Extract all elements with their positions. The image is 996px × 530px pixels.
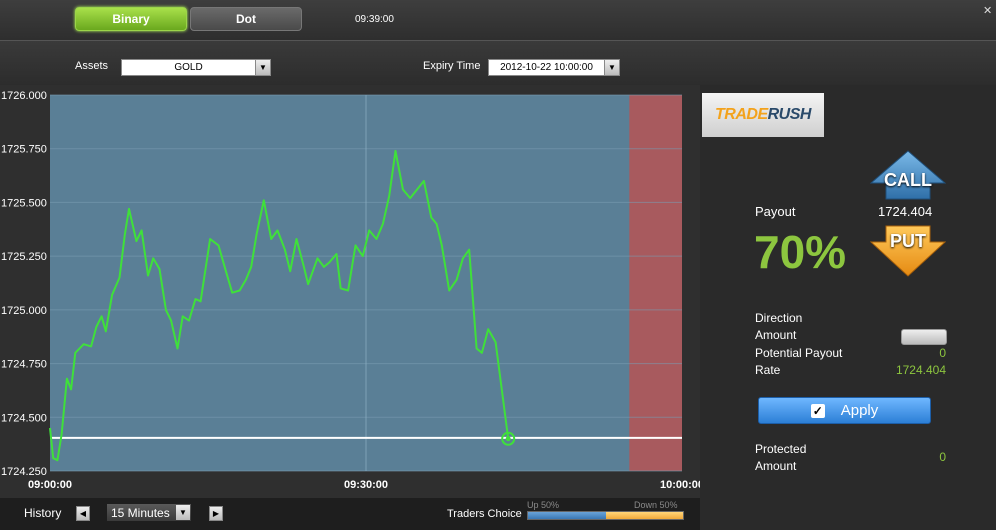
current-price-dot <box>505 436 511 442</box>
traders-choice-label: Traders Choice <box>447 508 522 520</box>
call-button[interactable]: CALL <box>869 150 947 200</box>
y-tick-label: 1725.000 <box>1 305 47 317</box>
payout-percentage: 70% <box>754 226 847 278</box>
traderush-logo: TRADE RUSH <box>702 93 824 137</box>
call-label: CALL <box>884 170 932 190</box>
y-tick-label: 1725.250 <box>1 251 47 263</box>
close-icon[interactable]: ✕ <box>983 4 992 17</box>
assets-select[interactable]: GOLD ▼ <box>121 59 271 76</box>
assets-value: GOLD <box>174 62 203 73</box>
y-tick-label: 1726.000 <box>1 90 47 102</box>
assets-label: Assets <box>75 60 109 72</box>
payout-rate: 1724.404 <box>878 204 933 219</box>
traders-down-label: Down 50% <box>634 500 678 510</box>
expiry-value: 2012-10-22 10:00:00 <box>500 62 593 73</box>
chevron-down-icon[interactable]: ▼ <box>176 505 190 520</box>
price-chart: 1726.000 1725.750 1725.500 1725.250 1725.000… <box>0 85 704 498</box>
chart-footer: History ◀ 15 Minutes ▼ ▶ Traders Choice … <box>0 498 700 530</box>
history-next-button[interactable]: ▶ <box>209 506 223 521</box>
y-tick-label: 1725.750 <box>1 144 47 156</box>
y-tick-label: 1725.500 <box>1 197 47 209</box>
chevron-right-icon: ▶ <box>212 509 220 518</box>
expiry-select[interactable]: 2012-10-22 10:00:00 ▼ <box>488 59 620 76</box>
potential-payout-label: Potential Payout <box>755 346 843 360</box>
chevron-down-icon[interactable]: ▼ <box>604 60 619 75</box>
x-tick-label: 09:30:00 <box>344 479 388 491</box>
traders-up-fill <box>528 512 606 519</box>
potential-payout-value: 0 <box>939 346 946 360</box>
apply-label: Apply <box>840 402 879 419</box>
chevron-down-icon[interactable]: ▼ <box>255 60 270 75</box>
tab-binary[interactable]: Binary <box>75 7 187 31</box>
direction-label: Direction <box>755 311 803 325</box>
logo-part2: RUSH <box>767 106 812 123</box>
amount-label: Amount <box>755 328 797 342</box>
history-prev-button[interactable]: ◀ <box>76 506 90 521</box>
rate-value: 1724.404 <box>895 363 946 377</box>
x-tick-label: 10:00:00 <box>660 479 700 491</box>
price-chart-svg: 1726.000 1725.750 1725.500 1725.250 1725.000… <box>1 90 704 491</box>
tab-dot[interactable]: Dot <box>190 7 302 31</box>
range-value: 15 Minutes <box>111 505 170 520</box>
expiry-label: Expiry Time <box>423 60 481 72</box>
put-button[interactable]: PUT <box>869 225 947 277</box>
chevron-left-icon: ◀ <box>79 509 87 518</box>
server-clock: 09:39:00 <box>355 14 394 25</box>
apply-button[interactable]: ✓ Apply <box>758 397 931 424</box>
put-label: PUT <box>890 231 926 251</box>
amount-input[interactable] <box>901 329 947 345</box>
traders-up-label: Up 50% <box>527 500 560 510</box>
filter-bar: Assets GOLD ▼ Expiry Time 2012-10-22 10:… <box>0 40 996 86</box>
protected-amount-label: Amount <box>755 459 797 473</box>
trade-panel: TRADE RUSH CALL PUT Payout 1724.404 70% D… <box>700 85 996 530</box>
traders-down-fill <box>605 512 683 519</box>
x-tick-label: 09:00:00 <box>28 479 72 491</box>
range-select[interactable]: 15 Minutes ▼ <box>107 504 191 521</box>
logo-part1: TRADE <box>715 106 768 123</box>
y-tick-label: 1724.750 <box>1 359 47 371</box>
traders-choice-bar <box>527 511 684 520</box>
y-tick-label: 1724.250 <box>1 466 47 478</box>
y-tick-label: 1724.500 <box>1 412 47 424</box>
protected-amount-value: 0 <box>939 450 946 464</box>
top-bar: Binary Dot 09:39:00 ✕ <box>0 0 996 40</box>
history-label: History <box>24 506 62 520</box>
rate-label: Rate <box>755 363 781 377</box>
protected-label: Protected <box>755 442 807 456</box>
expiry-zone <box>629 95 682 471</box>
check-icon: ✓ <box>810 403 825 418</box>
payout-label: Payout <box>755 204 796 219</box>
